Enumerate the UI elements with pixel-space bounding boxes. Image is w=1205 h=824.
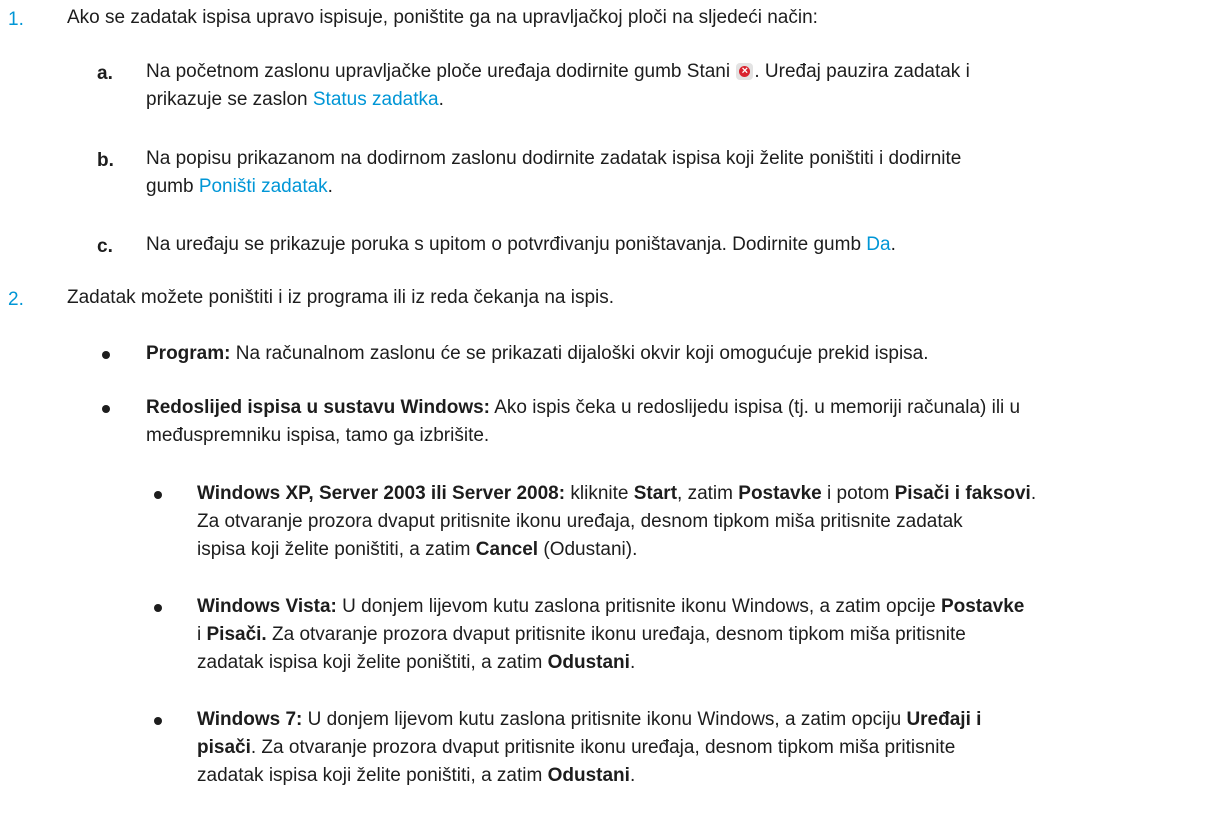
substep-text: Na popisu prikazanom na dodirnom zaslonu… (146, 148, 962, 197)
step-text: Zadatak možete poništiti i iz programa i… (67, 287, 615, 308)
stop-icon: × (736, 63, 754, 80)
bullet-text: Program: Na računalnom zaslonu će se pri… (146, 343, 929, 364)
substep-marker: c. (97, 236, 113, 257)
substep-marker: b. (97, 150, 114, 171)
bullet-dot (154, 717, 162, 725)
step-number: 2. (8, 289, 24, 310)
substep-text: Na uređaju se prikazuje poruka s upitom … (146, 234, 896, 255)
bullet-text: Windows Vista: U donjem lijevom kutu zas… (197, 596, 1025, 673)
substep-marker: a. (97, 63, 113, 84)
substep-text: Na početnom zaslonu upravljačke ploče ur… (146, 61, 970, 110)
status-zadatka-link[interactable]: Status zadatka (313, 89, 439, 110)
bullet-text: Redoslijed ispisa u sustavu Windows: Ako… (146, 397, 1021, 446)
bullet-text: Windows 7: U donjem lijevom kutu zaslona… (197, 709, 982, 786)
bullet-dot (154, 491, 162, 499)
bullet-dot (102, 405, 110, 413)
ponisti-zadatak-link[interactable]: Poništi zadatak (199, 176, 328, 197)
bullet-dot (154, 604, 162, 612)
step-number: 1. (8, 9, 24, 30)
bullet-dot (102, 351, 110, 359)
da-link[interactable]: Da (866, 234, 890, 255)
bullet-text: Windows XP, Server 2003 ili Server 2008:… (197, 483, 1037, 560)
step-text: Ako se zadatak ispisa upravo ispisuje, p… (67, 7, 818, 28)
